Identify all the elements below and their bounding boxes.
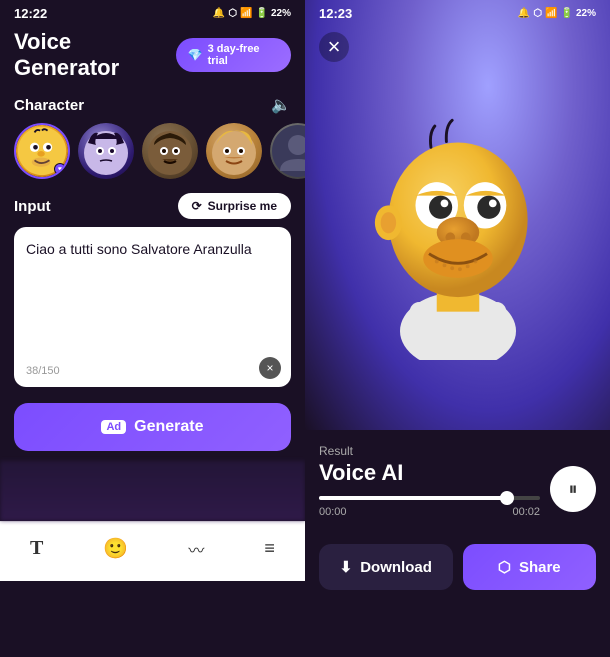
hamburger-icon: ≡ <box>264 538 275 559</box>
share-button[interactable]: ⬡ Share <box>463 544 597 590</box>
app-title: Voice Generator <box>14 29 176 81</box>
download-button[interactable]: ⬇ Download <box>319 544 453 590</box>
audio-player: Voice AI 00:00 00:02 ⏸ <box>319 460 596 518</box>
total-time: 00:02 <box>512 506 540 518</box>
time-left: 12:22 <box>14 6 47 21</box>
trump-char-svg <box>206 123 262 179</box>
nav-menu[interactable]: ≡ <box>248 534 291 563</box>
text-input-content[interactable]: Ciao a tutti sono Salvatore Aranzulla <box>26 239 279 260</box>
battery-percent: 22% <box>271 8 291 19</box>
generate-btn-label: Generate <box>134 418 203 436</box>
homer-full-svg <box>358 70 558 360</box>
character-obama[interactable] <box>142 123 198 179</box>
trial-badge[interactable]: 💎 3 day-free trial <box>176 38 291 72</box>
ad-icon: Ad <box>101 420 126 434</box>
character-wednesday[interactable] <box>78 123 134 179</box>
selected-dot: ♥ <box>54 163 66 175</box>
extra-avatar <box>270 123 305 179</box>
waveform-icon: 〰 <box>188 537 204 561</box>
notification-icon: 🔔 <box>213 8 225 19</box>
clear-button[interactable]: × <box>259 357 281 379</box>
nav-text[interactable]: T <box>14 533 59 564</box>
action-buttons: ⬇ Download ⬡ Share <box>305 534 610 606</box>
character-section-label: Character 🔈 <box>0 91 305 123</box>
surprise-me-button[interactable]: ⟳ Surprise me <box>178 193 291 219</box>
signal-icon-r: 📶 <box>545 8 557 19</box>
diamond-icon: 💎 <box>188 48 203 62</box>
characters-row: ♥ <box>0 123 305 193</box>
char-count: 38/150 <box>26 365 60 377</box>
share-label: Share <box>519 559 561 576</box>
surprise-btn-label: Surprise me <box>208 199 277 213</box>
result-title: Voice AI <box>319 460 540 486</box>
character-trump[interactable] <box>206 123 262 179</box>
result-section: Result Voice AI 00:00 00:02 ⏸ <box>305 430 610 534</box>
share-icon: ⬡ <box>498 558 511 576</box>
time-right: 12:23 <box>319 6 352 21</box>
input-section: Input ⟳ Surprise me <box>0 193 305 227</box>
progress-fill <box>319 496 507 500</box>
nav-emoji[interactable]: 🙂 <box>87 532 144 565</box>
bluetooth-icon-r: ⬡ <box>533 8 542 19</box>
wednesday-char-svg <box>78 123 134 179</box>
status-bar-right: 12:23 🔔 ⬡ 📶 🔋 22% <box>305 0 610 25</box>
bluetooth-icon: ⬡ <box>228 8 237 19</box>
text-icon: T <box>30 537 43 560</box>
status-icons-right: 🔔 ⬡ 📶 🔋 22% <box>518 8 596 19</box>
pause-icon: ⏸ <box>569 479 578 500</box>
right-panel: 12:23 🔔 ⬡ 📶 🔋 22% × <box>305 0 610 657</box>
download-icon: ⬇ <box>340 558 353 576</box>
character-label: Character <box>14 97 84 114</box>
download-label: Download <box>360 559 432 576</box>
header: Voice Generator 💎 3 day-free trial <box>0 25 305 91</box>
character-extra[interactable] <box>270 123 305 179</box>
shuffle-icon: ⟳ <box>192 199 202 213</box>
close-icon: × <box>328 34 341 60</box>
battery-icon-r: 🔋 <box>561 8 573 19</box>
wednesday-avatar <box>78 123 134 179</box>
close-icon: × <box>266 361 273 375</box>
emoji-icon: 🙂 <box>103 536 128 561</box>
trial-text: 3 day-free trial <box>208 43 279 67</box>
progress-thumb <box>500 491 514 505</box>
close-button[interactable]: × <box>319 32 349 62</box>
bottom-nav: T 🙂 〰 ≡ <box>0 521 305 581</box>
bottom-preview <box>0 461 305 521</box>
sound-icon[interactable]: 🔈 <box>271 95 291 115</box>
battery-icon: 🔋 <box>256 8 268 19</box>
obama-avatar <box>142 123 198 179</box>
generate-button[interactable]: Ad Generate <box>14 403 291 451</box>
notification-icon-r: 🔔 <box>518 8 530 19</box>
nav-audio[interactable]: 〰 <box>172 533 220 565</box>
text-input-container[interactable]: Ciao a tutti sono Salvatore Aranzulla 38… <box>14 227 291 387</box>
input-label: Input <box>14 198 51 215</box>
status-icons-left: 🔔 ⬡ 📶 🔋 22% <box>213 8 291 19</box>
homer-image <box>305 0 610 430</box>
extra-char-svg <box>270 123 305 179</box>
signal-icon: 📶 <box>240 8 252 19</box>
battery-percent-r: 22% <box>576 8 596 19</box>
status-bar-left: 12:22 🔔 ⬡ 📶 🔋 22% <box>0 0 305 25</box>
obama-char-svg <box>142 123 198 179</box>
character-homer[interactable]: ♥ <box>14 123 70 179</box>
progress-container: 00:00 00:02 <box>319 496 540 518</box>
time-labels: 00:00 00:02 <box>319 506 540 518</box>
progress-bar[interactable] <box>319 496 540 500</box>
left-panel: 12:22 🔔 ⬡ 📶 🔋 22% Voice Generator 💎 3 da… <box>0 0 305 657</box>
result-label: Result <box>319 444 596 458</box>
trump-avatar <box>206 123 262 179</box>
play-pause-button[interactable]: ⏸ <box>550 466 596 512</box>
current-time: 00:00 <box>319 506 347 518</box>
voice-title: Voice AI 00:00 00:02 <box>319 460 540 518</box>
